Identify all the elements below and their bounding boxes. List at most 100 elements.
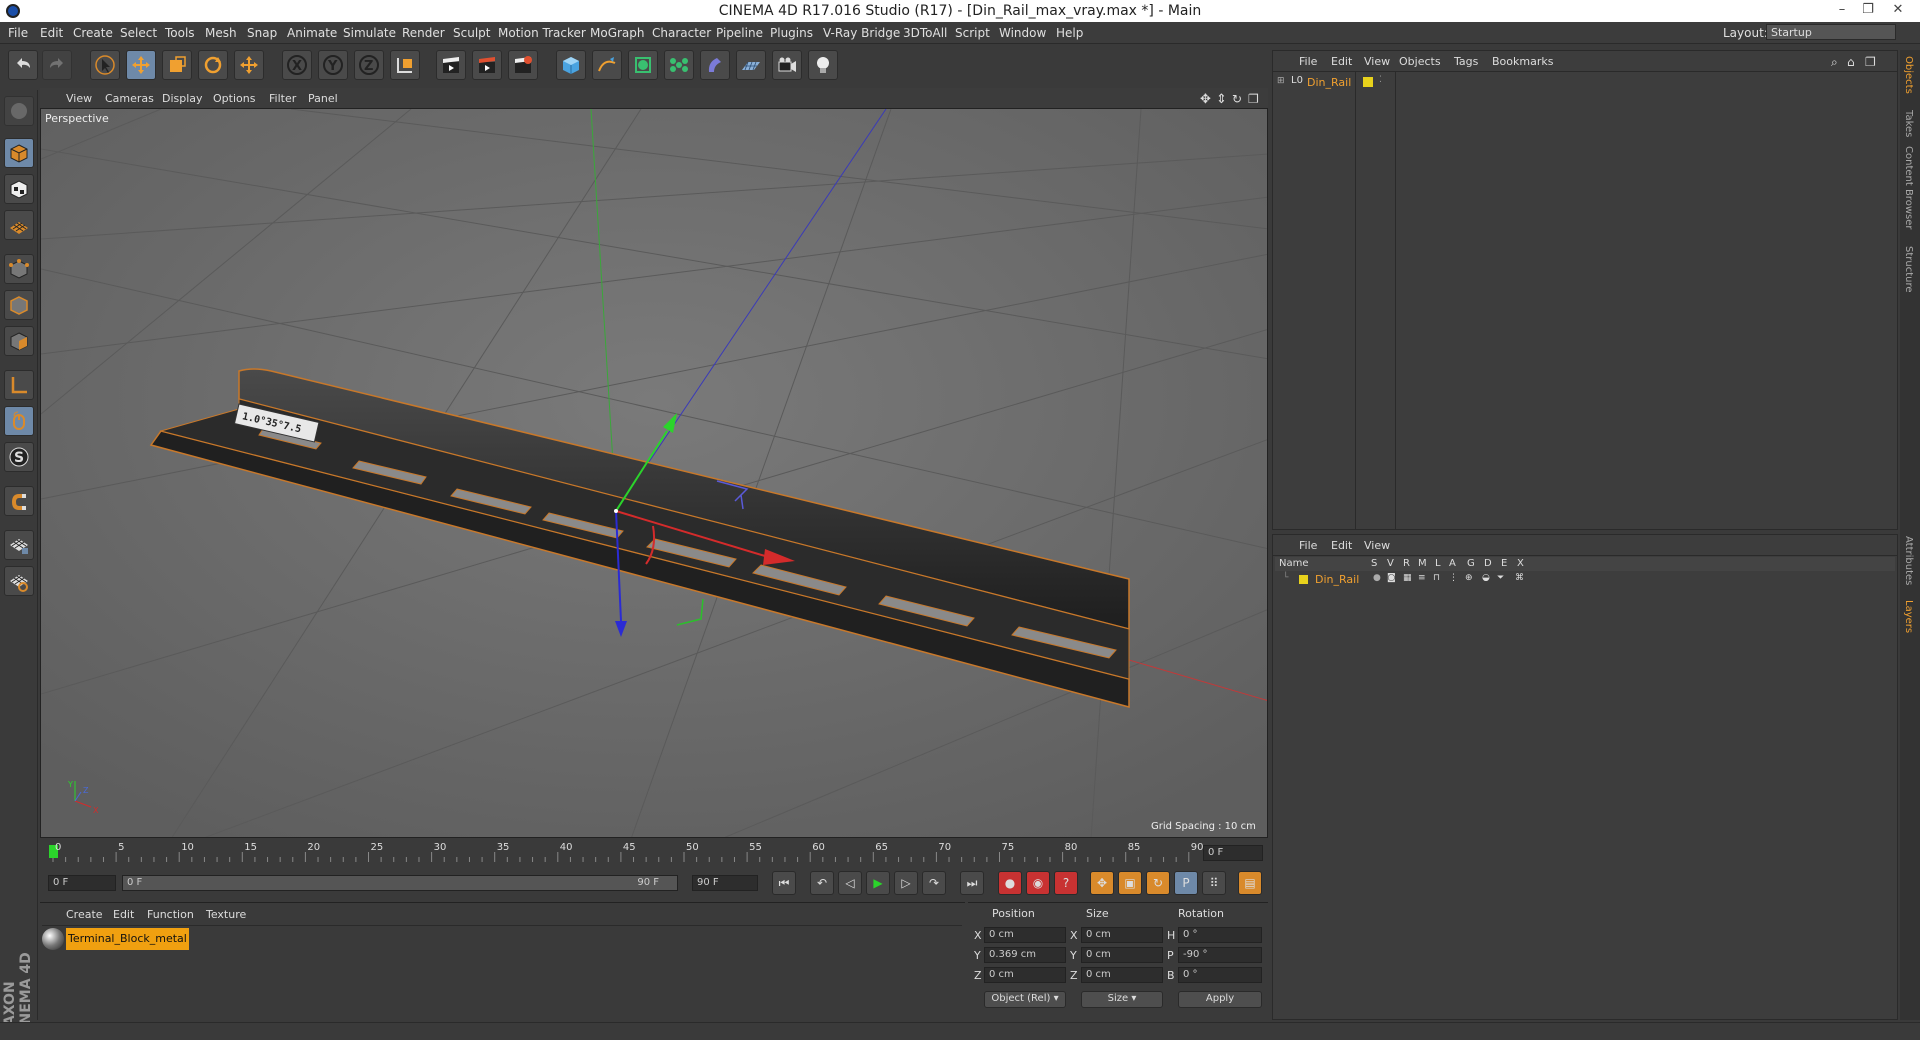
snap-button[interactable] — [4, 486, 34, 516]
apply-button[interactable]: Apply — [1178, 991, 1262, 1008]
coordinate-system-button[interactable] — [390, 50, 420, 80]
tab-layers[interactable]: Layers — [1903, 600, 1914, 633]
object-layer-color-swatch[interactable] — [1363, 77, 1373, 87]
size-z-field[interactable]: 0 cm — [1081, 967, 1163, 983]
material-preview-sphere-icon[interactable] — [42, 928, 64, 950]
end-frame-field[interactable]: 90 F — [692, 875, 758, 891]
objects-home-icon[interactable]: ⌂ — [1847, 55, 1855, 69]
menu-sculpt[interactable]: Sculpt — [453, 26, 490, 40]
menu-character[interactable]: Character — [652, 26, 711, 40]
next-frame-button[interactable]: ▷ — [894, 871, 918, 895]
transform-tool-button[interactable] — [234, 50, 264, 80]
points-mode-button[interactable] — [4, 254, 34, 284]
render-region-button[interactable] — [472, 50, 502, 80]
cube-object-button[interactable] — [556, 50, 586, 80]
tab-content-browser[interactable]: Content Browser — [1903, 146, 1914, 229]
viewport-menu-options[interactable]: Options — [213, 92, 255, 105]
pos-z-field[interactable]: 0 cm — [984, 967, 1066, 983]
restore-button[interactable]: ❐ — [1856, 2, 1880, 17]
z-axis-lock-button[interactable]: Z — [354, 50, 384, 80]
planar-workplane-button[interactable] — [4, 566, 34, 596]
rot-p-field[interactable]: -90 ° — [1178, 947, 1262, 963]
subdivision-surface-button[interactable] — [628, 50, 658, 80]
expand-icon[interactable]: ⊞ — [1277, 76, 1285, 86]
y-axis-lock-button[interactable]: Y — [318, 50, 348, 80]
layer-expressions-toggle-icon[interactable]: ⏷ — [1497, 573, 1504, 583]
layer-manager-toggle-icon[interactable]: ≡ — [1418, 573, 1426, 583]
menu-simulate[interactable]: Simulate — [343, 26, 396, 40]
visibility-dots-icon[interactable]: ⁚ — [1379, 75, 1382, 85]
layer-deformers-toggle-icon[interactable]: ◒ — [1482, 573, 1490, 583]
menu-snap[interactable]: Snap — [247, 26, 277, 40]
size-y-field[interactable]: 0 cm — [1081, 947, 1163, 963]
make-editable-button[interactable] — [4, 96, 34, 126]
objects-search-icon[interactable]: ⌕ — [1831, 55, 1838, 70]
keyframe-selection-button[interactable]: ? — [1054, 871, 1078, 895]
next-key-button[interactable]: ↷ — [922, 871, 946, 895]
objects-menu-bookmarks[interactable]: Bookmarks — [1492, 55, 1553, 68]
redo-button[interactable] — [42, 50, 72, 80]
menu-motion-tracker[interactable]: Motion Tracker — [498, 26, 586, 40]
material-menu-function[interactable]: Function — [147, 908, 194, 921]
layer-lock-toggle-icon[interactable]: ⊓ — [1433, 573, 1440, 583]
viewport-move-icon[interactable]: ✥ — [1200, 92, 1211, 107]
menu-pipeline[interactable]: Pipeline — [716, 26, 763, 40]
pen-spline-button[interactable] — [592, 50, 622, 80]
autokey-button[interactable]: ◉ — [1026, 871, 1050, 895]
tab-takes[interactable]: Takes — [1903, 110, 1914, 137]
render-settings-button[interactable] — [508, 50, 538, 80]
current-frame-field[interactable]: 0 F — [1203, 845, 1263, 861]
objects-menu-view[interactable]: View — [1364, 55, 1390, 68]
camera-object-button[interactable] — [772, 50, 802, 80]
previous-key-button[interactable]: ↶ — [810, 871, 834, 895]
key-rotation-button[interactable]: ↻ — [1146, 871, 1170, 895]
floor-object-button[interactable] — [736, 50, 766, 80]
size-mode-select[interactable]: Size ▾ — [1081, 991, 1163, 1008]
menu-create[interactable]: Create — [73, 26, 113, 40]
material-name-tag[interactable]: Terminal_Block_metal — [66, 928, 189, 950]
menu-select[interactable]: Select — [120, 26, 157, 40]
layer-solo-toggle-icon[interactable]: ● — [1373, 573, 1381, 583]
scale-tool-button[interactable] — [162, 50, 192, 80]
viewport-menu-view[interactable]: View — [66, 92, 92, 105]
model-mode-button[interactable] — [4, 138, 34, 168]
live-selection-button[interactable] — [90, 50, 120, 80]
tab-structure[interactable]: Structure — [1903, 246, 1914, 293]
menu-window[interactable]: Window — [999, 26, 1046, 40]
timeline-ruler[interactable]: 0 5 10 15 20 25 30 35 40 45 50 55 60 65 70 75 80 85 90 0 F — [40, 842, 1268, 864]
solo-button[interactable]: S — [4, 442, 34, 472]
menu-3dtoall[interactable]: 3DToAll — [903, 26, 947, 40]
layers-menu-edit[interactable]: Edit — [1331, 539, 1352, 552]
key-pla-button[interactable]: ⠿ — [1202, 871, 1226, 895]
pos-x-field[interactable]: 0 cm — [984, 927, 1066, 943]
rot-b-field[interactable]: 0 ° — [1178, 967, 1262, 983]
menu-script[interactable]: Script — [955, 26, 990, 40]
menu-edit[interactable]: Edit — [40, 26, 63, 40]
enable-axis-button[interactable] — [4, 370, 34, 400]
layer-render-toggle-icon[interactable]: ▦ — [1403, 573, 1412, 583]
menu-mesh[interactable]: Mesh — [205, 26, 237, 40]
viewport-rotate-icon[interactable]: ↻ — [1232, 92, 1242, 106]
close-button[interactable]: ✕ — [1886, 2, 1910, 17]
objects-maximize-icon[interactable]: ❐ — [1865, 55, 1876, 69]
menu-help[interactable]: Help — [1056, 26, 1083, 40]
viewport-menu-filter[interactable]: Filter — [269, 92, 296, 105]
material-menu-edit[interactable]: Edit — [113, 908, 134, 921]
menu-file[interactable]: File — [8, 26, 28, 40]
lock-workplane-button[interactable] — [4, 530, 34, 560]
go-to-start-button[interactable]: ⏮ — [772, 871, 796, 895]
objects-menu-objects[interactable]: Objects — [1399, 55, 1441, 68]
viewport-menu-panel[interactable]: Panel — [308, 92, 338, 105]
menu-animate[interactable]: Animate — [287, 26, 337, 40]
menu-mograph[interactable]: MoGraph — [590, 26, 645, 40]
layer-xref-toggle-icon[interactable]: ⌘ — [1515, 573, 1524, 583]
light-object-button[interactable] — [808, 50, 838, 80]
layers-menu-view[interactable]: View — [1364, 539, 1390, 552]
rotate-tool-button[interactable] — [198, 50, 228, 80]
rot-h-field[interactable]: 0 ° — [1178, 927, 1262, 943]
cloner-button[interactable] — [664, 50, 694, 80]
viewport-maximize-icon[interactable]: ❐ — [1248, 92, 1259, 106]
tweak-mode-button[interactable] — [4, 406, 34, 436]
key-scale-button[interactable]: ▣ — [1118, 871, 1142, 895]
go-to-end-button[interactable]: ⏭ — [960, 871, 984, 895]
